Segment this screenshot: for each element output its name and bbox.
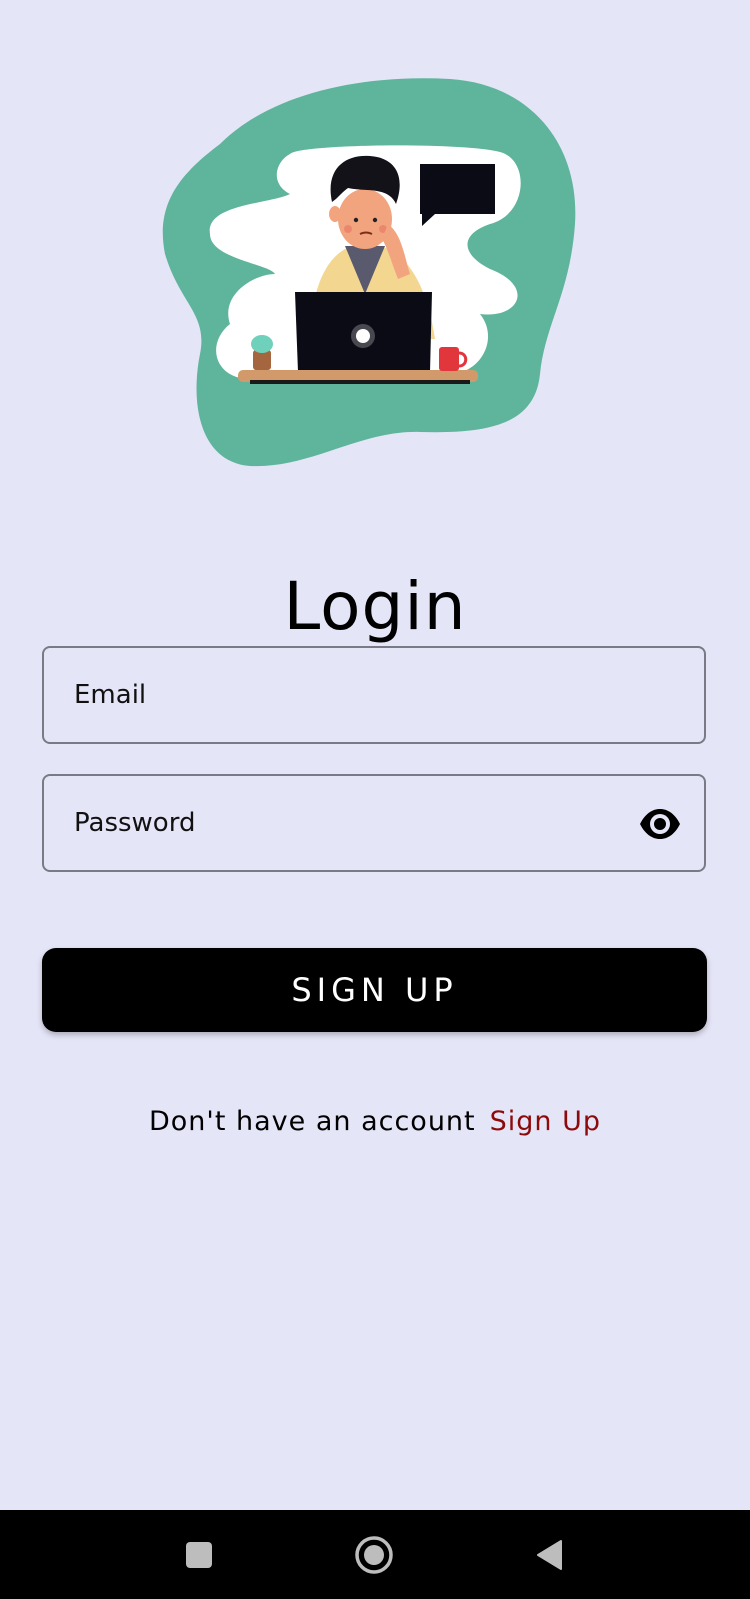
system-navigation-bar [0, 1510, 750, 1599]
signup-prompt: Don't have an account Sign Up [0, 1106, 750, 1137]
person-at-laptop-illustration [162, 78, 576, 467]
triangle-back-icon [537, 1539, 562, 1570]
signup-prompt-text: Don't have an account [148, 1106, 476, 1137]
recent-apps-button[interactable] [154, 1510, 244, 1599]
email-input[interactable] [44, 648, 704, 742]
back-button[interactable] [504, 1510, 594, 1599]
home-button[interactable] [329, 1510, 419, 1599]
sign-up-link[interactable]: Sign Up [490, 1106, 601, 1137]
page-title: Login [283, 568, 467, 646]
square-icon [186, 1541, 212, 1568]
circle-icon [355, 1535, 393, 1574]
login-screen: Login SIGN UP Don't have an account Sign … [0, 0, 750, 1510]
sign-up-button[interactable]: SIGN UP [42, 948, 707, 1032]
password-input[interactable] [44, 776, 704, 870]
eye-icon[interactable] [638, 806, 682, 842]
email-field[interactable] [42, 646, 706, 744]
password-field[interactable] [42, 774, 706, 872]
